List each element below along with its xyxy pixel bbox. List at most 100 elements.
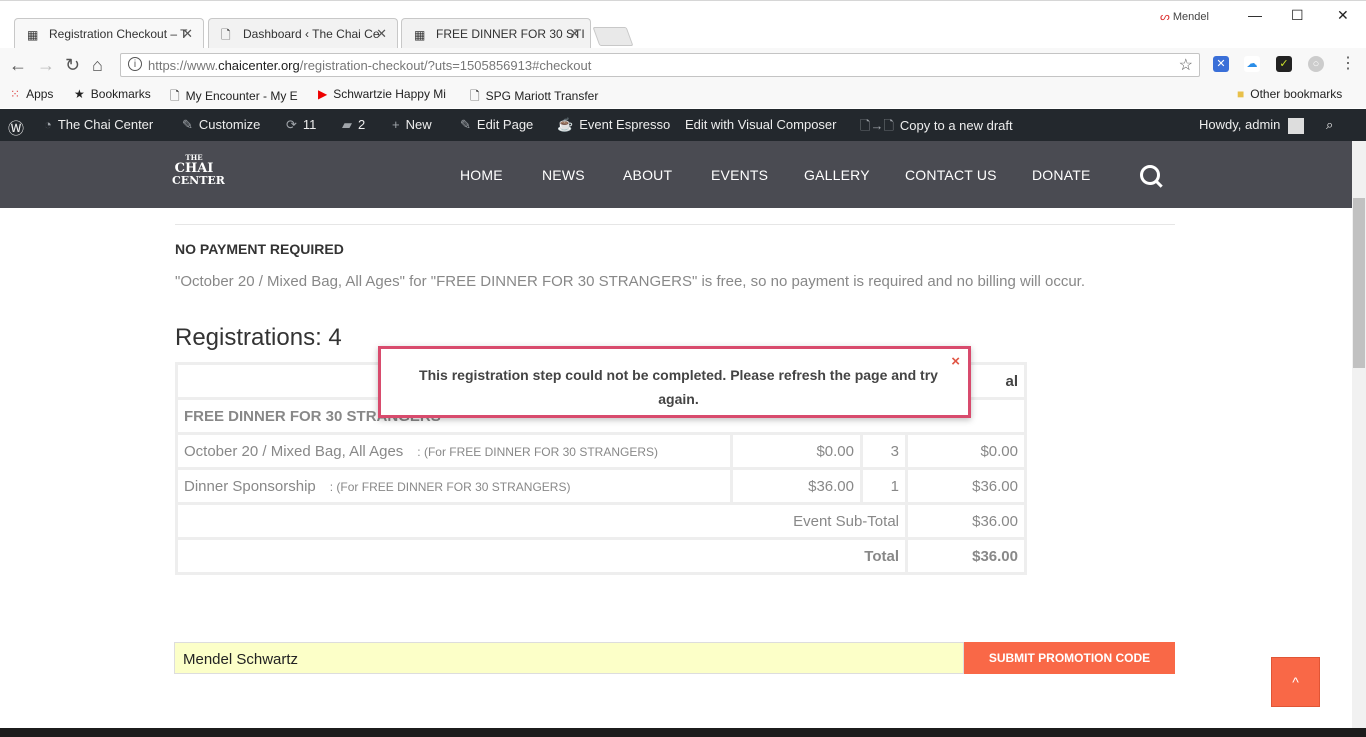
error-notice-modal: This registration step could not be comp…: [378, 346, 971, 418]
tab-title: Registration Checkout – T: [49, 27, 188, 41]
nav-about[interactable]: ABOUT: [623, 167, 672, 183]
copy-draft-icon: 🗋→🗋: [860, 118, 894, 133]
info-icon[interactable]: i: [128, 57, 142, 71]
admin-updates[interactable]: ⟳ 11: [286, 117, 316, 133]
admin-search-icon[interactable]: ⌕: [1326, 117, 1333, 133]
total-row: Total $36.00: [175, 537, 1027, 575]
new-tab-button[interactable]: [592, 27, 634, 46]
tab-title: Dashboard ‹ The Chai Ce: [243, 27, 380, 41]
page-icon: 🗋: [470, 89, 480, 103]
bookmark-spg[interactable]: 🗋 SPG Mariott Transfer: [470, 87, 598, 108]
wordpress-logo-icon[interactable]: Ⓦ: [8, 115, 24, 139]
address-bar[interactable]: i https://www.chaicenter.org/registratio…: [120, 53, 1200, 77]
qty-cell: 1: [860, 467, 908, 505]
admin-site-name[interactable]: ◔ The Chai Center: [44, 117, 153, 132]
total-cell: $0.00: [905, 432, 1027, 470]
comment-icon: ▰: [342, 117, 352, 132]
ticket-name-cell: Dinner Sponsorship: (For FREE DINNER FOR…: [175, 467, 733, 505]
table-row: Dinner Sponsorship: (For FREE DINNER FOR…: [175, 467, 1027, 505]
bookmark-apps[interactable]: ⁙ Apps: [10, 87, 53, 101]
menu-dots-icon[interactable]: ⋮: [1340, 56, 1356, 72]
submit-promotion-code-button[interactable]: SUBMIT PROMOTION CODE: [964, 642, 1175, 674]
total-label: Total: [175, 537, 908, 575]
page-icon: 🗋: [170, 89, 180, 103]
price-cell: $36.00: [730, 467, 863, 505]
nav-news[interactable]: NEWS: [542, 167, 585, 183]
other-bookmarks[interactable]: ■ Other bookmarks: [1237, 87, 1342, 101]
subtotal-value: $36.00: [905, 502, 1027, 540]
admin-new[interactable]: + New: [392, 117, 432, 132]
dashboard-icon: ◔: [44, 117, 52, 132]
admin-comments[interactable]: ▰ 2: [342, 117, 365, 133]
star-icon: ★: [74, 87, 85, 101]
coffee-icon: ☕: [557, 117, 574, 132]
profile-icon: ᔕ: [1160, 11, 1170, 23]
subtotal-label: Event Sub-Total: [175, 502, 908, 540]
close-icon[interactable]: ×: [951, 353, 960, 370]
close-tab-icon[interactable]: ✕: [376, 26, 387, 42]
admin-edit-page[interactable]: ✎ Edit Page: [460, 117, 533, 133]
checkmark-extension-icon[interactable]: ✓: [1276, 56, 1292, 72]
total-cell: $36.00: [905, 467, 1027, 505]
back-arrow-icon[interactable]: ←: [9, 55, 27, 76]
forward-arrow-icon[interactable]: →: [37, 55, 55, 76]
admin-event-espresso[interactable]: ☕ Event Espresso: [557, 117, 670, 133]
browser-tab-strip: ▦ Registration Checkout – T ✕ 🗋 Dashboar…: [0, 0, 1366, 49]
url-text: https://www.chaicenter.org/registration-…: [148, 58, 592, 73]
close-tab-icon[interactable]: ✕: [182, 26, 193, 42]
updates-icon: ⟳: [286, 117, 297, 132]
bookmark-star-icon[interactable]: ☆: [1179, 55, 1193, 75]
apps-grid-icon: ⁙: [10, 87, 21, 101]
nav-gallery[interactable]: GALLERY: [804, 167, 870, 183]
windows-taskbar: [0, 728, 1366, 737]
back-to-top-button[interactable]: ^: [1271, 657, 1320, 707]
nav-contact-us[interactable]: CONTACT US: [905, 167, 997, 183]
tab-title: FREE DINNER FOR 30 STI: [436, 27, 585, 41]
pencil-icon: ✎: [460, 117, 471, 132]
close-tab-icon[interactable]: ✕: [569, 26, 580, 42]
admin-customize[interactable]: ✎ Customize: [182, 117, 260, 133]
wp-admin-bar: Ⓦ ◔ The Chai Center ✎ Customize ⟳ 11 ▰ 2 + Ne…: [0, 109, 1366, 141]
minimize-icon[interactable]: —: [1248, 7, 1262, 23]
tab-registration-checkout[interactable]: ▦ Registration Checkout – T ✕: [14, 18, 204, 48]
no-payment-heading: NO PAYMENT REQUIRED: [175, 241, 344, 257]
scrollbar-thumb[interactable]: [1353, 198, 1365, 368]
qty-cell: 3: [860, 432, 908, 470]
search-icon[interactable]: [1140, 165, 1160, 185]
bookmarks-bar: ⁙ Apps ★ Bookmarks 🗋 My Encounter - My E ▶ S…: [0, 84, 1366, 108]
plus-icon: +: [392, 117, 400, 132]
bookmark-my-encounter[interactable]: 🗋 My Encounter - My E: [170, 87, 298, 108]
reload-icon[interactable]: ↻: [65, 55, 80, 76]
site-header: THE CHAI CENTER HOME NEWS ABOUT EVENTS G…: [0, 141, 1352, 208]
admin-copy-draft[interactable]: 🗋→🗋 Copy to a new draft: [860, 117, 1013, 139]
divider: [175, 224, 1175, 225]
cloud-icon[interactable]: ☁: [1244, 56, 1260, 72]
page-icon: 🗋: [221, 28, 231, 42]
profile-button[interactable]: ᔕ Mendel: [1160, 10, 1209, 23]
bookmark-bookmarks[interactable]: ★ Bookmarks: [74, 87, 151, 101]
folder-icon: ■: [1237, 87, 1245, 101]
avatar: [1288, 117, 1305, 134]
subtotal-row: Event Sub-Total $36.00: [175, 502, 1027, 540]
chai-center-logo[interactable]: THE CHAI CENTER: [172, 153, 225, 186]
close-window-icon[interactable]: ✕: [1337, 7, 1349, 24]
nav-events[interactable]: EVENTS: [711, 167, 768, 183]
extension-icon[interactable]: ✕: [1213, 56, 1229, 72]
tab-dashboard[interactable]: 🗋 Dashboard ‹ The Chai Ce ✕: [208, 18, 398, 48]
nav-donate[interactable]: DONATE: [1032, 167, 1091, 183]
nav-home[interactable]: HOME: [460, 167, 503, 183]
error-message: This registration step could not be comp…: [419, 367, 938, 407]
tab-free-dinner[interactable]: ▦ FREE DINNER FOR 30 STI ✕: [401, 18, 591, 48]
circle-extension-icon[interactable]: ○: [1308, 56, 1324, 72]
promotion-code-input[interactable]: Mendel Schwartz: [174, 642, 964, 674]
checkout-content: NO PAYMENT REQUIRED "October 20 / Mixed …: [0, 208, 1352, 728]
bookmark-schwartzie[interactable]: ▶ Schwartzie Happy Mi: [318, 87, 446, 101]
maximize-icon[interactable]: ☐: [1291, 7, 1304, 24]
browser-toolbar: ← → ↻ ⌂ i https://www.chaicenter.org/reg…: [0, 48, 1366, 85]
profile-name: Mendel: [1172, 11, 1209, 23]
youtube-icon: ▶: [318, 87, 328, 101]
home-icon[interactable]: ⌂: [92, 55, 103, 76]
admin-visual-composer[interactable]: Edit with Visual Composer: [685, 117, 837, 132]
admin-howdy[interactable]: Howdy, admin: [1199, 117, 1305, 134]
brush-icon: ✎: [182, 117, 193, 132]
